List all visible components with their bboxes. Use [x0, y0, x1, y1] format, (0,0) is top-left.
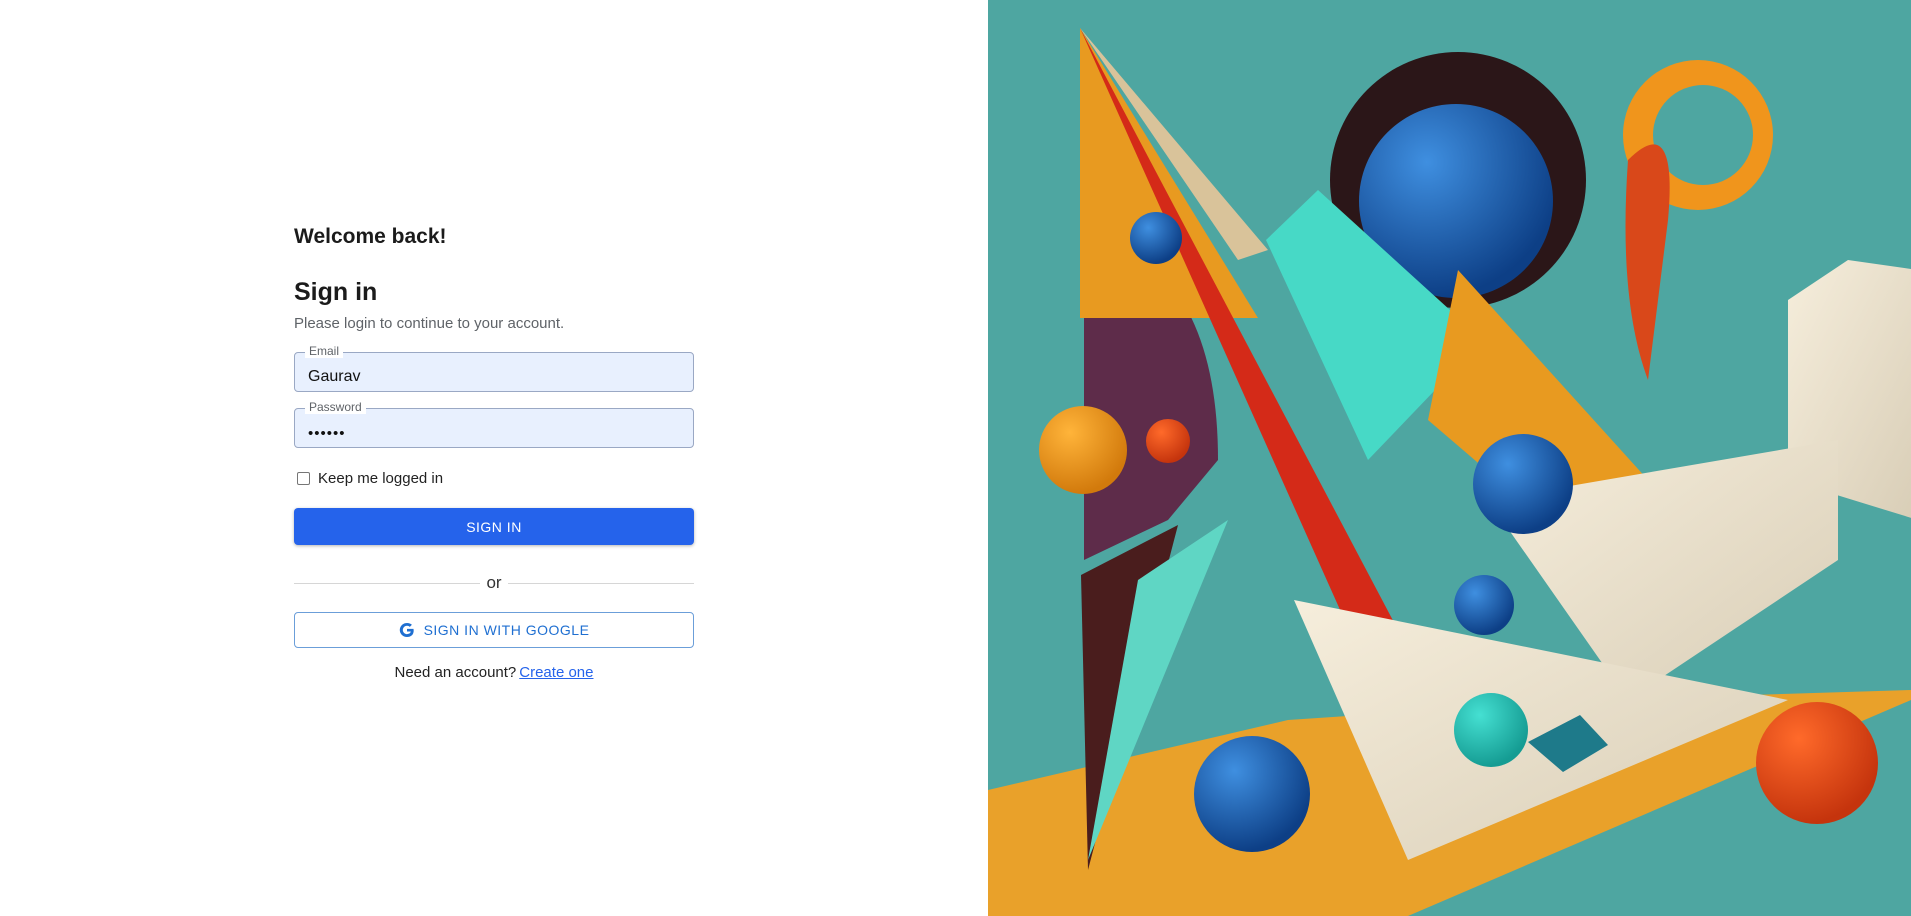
remember-row: Keep me logged in	[294, 468, 694, 488]
email-field: Email	[294, 344, 694, 392]
page-subtitle: Please login to continue to your account…	[294, 315, 565, 332]
email-input[interactable]	[295, 353, 693, 391]
or-divider: or	[294, 573, 694, 593]
divider-text: or	[486, 573, 502, 592]
login-form: Welcome back! Sign in Please login to co…	[294, 222, 694, 681]
google-icon	[399, 622, 415, 638]
login-panel: Welcome back! Sign in Please login to co…	[0, 0, 988, 916]
page-title: Sign in	[294, 278, 378, 306]
password-input[interactable]	[295, 409, 693, 447]
signup-text: Need an account?	[394, 664, 517, 681]
keep-logged-in-checkbox[interactable]	[297, 471, 310, 485]
abstract-shapes-illustration	[988, 0, 1911, 916]
divider-line-right	[508, 583, 694, 584]
divider-line-left	[294, 583, 480, 584]
google-sign-in-button[interactable]: SIGN IN WITH GOOGLE	[294, 612, 694, 648]
hero-artwork	[988, 0, 1911, 916]
keep-logged-in-label[interactable]: Keep me logged in	[318, 470, 443, 487]
sign-in-button[interactable]: SIGN IN	[294, 508, 694, 545]
password-field: Password	[294, 400, 694, 448]
welcome-heading: Welcome back!	[294, 225, 447, 248]
create-account-link[interactable]: Create one	[519, 664, 593, 681]
google-sign-in-label: SIGN IN WITH GOOGLE	[423, 622, 590, 638]
signup-prompt: Need an account? Create one	[294, 664, 694, 681]
